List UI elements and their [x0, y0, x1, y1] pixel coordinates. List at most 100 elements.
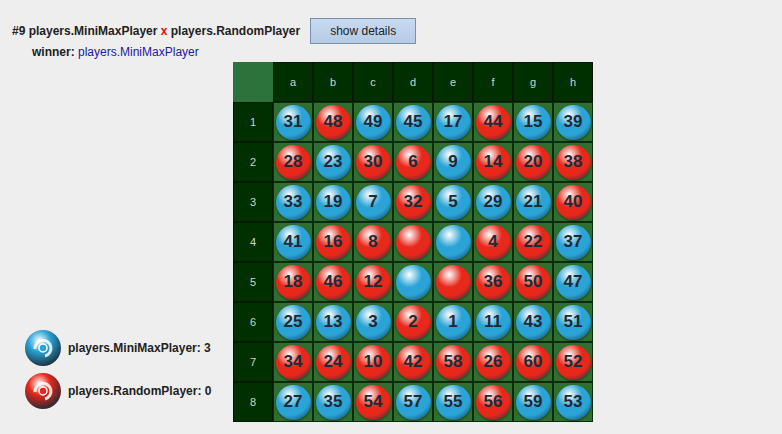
board-cell[interactable]: 58 [433, 342, 473, 382]
board-cell[interactable]: 56 [473, 382, 513, 422]
disc: 33 [276, 185, 311, 220]
board-cell[interactable]: 43 [513, 302, 553, 342]
board-cell[interactable]: 1 [433, 302, 473, 342]
board-cell[interactable]: 38 [553, 142, 593, 182]
board-cell[interactable]: 57 [393, 382, 433, 422]
disc: 9 [436, 145, 471, 180]
disc: 7 [356, 185, 391, 220]
board-cell[interactable]: 32 [393, 182, 433, 222]
board-cell[interactable]: 36 [473, 262, 513, 302]
board-cell[interactable]: 54 [353, 382, 393, 422]
disc: 10 [356, 345, 391, 380]
disc: 13 [316, 305, 351, 340]
board-cell[interactable]: 5 [433, 182, 473, 222]
board-cell[interactable]: 2 [393, 302, 433, 342]
board-cell[interactable]: 41 [273, 222, 313, 262]
disc: 42 [396, 345, 431, 380]
board-cell[interactable]: 16 [313, 222, 353, 262]
row-header: 2 [233, 142, 273, 182]
board-cell[interactable]: 51 [553, 302, 593, 342]
legend-item: players.RandomPlayer: 0 [24, 372, 233, 410]
board-cell[interactable]: 14 [473, 142, 513, 182]
disc: 58 [436, 345, 471, 380]
board-cell[interactable]: 19 [313, 182, 353, 222]
disc: 12 [356, 265, 391, 300]
disc: 52 [556, 345, 591, 380]
legend-item: players.MiniMaxPlayer: 3 [24, 329, 233, 367]
board-cell[interactable]: 27 [273, 382, 313, 422]
board-cell[interactable]: 35 [313, 382, 353, 422]
show-details-button[interactable]: show details [310, 18, 416, 44]
board-cell[interactable]: 45 [393, 102, 433, 142]
disc: 20 [516, 145, 551, 180]
board-cell[interactable]: 59 [513, 382, 553, 422]
disc: 2 [396, 305, 431, 340]
board-cell[interactable]: 21 [513, 182, 553, 222]
row-header: 3 [233, 182, 273, 222]
board-cell[interactable]: 33 [273, 182, 313, 222]
board-cell[interactable]: 42 [393, 342, 433, 382]
disc: 57 [396, 385, 431, 420]
board-cell[interactable]: 6 [393, 142, 433, 182]
disc: 54 [356, 385, 391, 420]
disc: 22 [516, 225, 551, 260]
board-cell[interactable]: 12 [353, 262, 393, 302]
disc [396, 265, 431, 300]
disc: 43 [516, 305, 551, 340]
disc: 34 [276, 345, 311, 380]
column-header: g [513, 62, 553, 102]
board-cell[interactable]: 18 [273, 262, 313, 302]
board-cell[interactable]: 48 [313, 102, 353, 142]
disc: 60 [516, 345, 551, 380]
board-cell[interactable]: 3 [353, 302, 393, 342]
disc: 55 [436, 385, 471, 420]
board-cell[interactable]: 28 [273, 142, 313, 182]
player-disc-icon [24, 329, 62, 367]
board-cell[interactable]: 24 [313, 342, 353, 382]
board-cell[interactable]: 11 [473, 302, 513, 342]
board-cell[interactable]: 40 [553, 182, 593, 222]
board-cell[interactable]: 22 [513, 222, 553, 262]
board-cell[interactable] [393, 262, 433, 302]
board-cell[interactable]: 31 [273, 102, 313, 142]
board-corner [233, 62, 273, 102]
disc: 18 [276, 265, 311, 300]
board-cell[interactable] [433, 222, 473, 262]
disc: 32 [396, 185, 431, 220]
board-cell[interactable]: 17 [433, 102, 473, 142]
board-cell[interactable]: 4 [473, 222, 513, 262]
board-cell[interactable]: 8 [353, 222, 393, 262]
disc: 46 [316, 265, 351, 300]
board-cell[interactable]: 60 [513, 342, 553, 382]
player-disc-icon [24, 372, 62, 410]
board-cell[interactable]: 9 [433, 142, 473, 182]
board-cell[interactable]: 23 [313, 142, 353, 182]
board-cell[interactable]: 50 [513, 262, 553, 302]
board-cell[interactable]: 13 [313, 302, 353, 342]
board-cell[interactable]: 55 [433, 382, 473, 422]
versus-mark: x [161, 24, 168, 38]
disc: 26 [476, 345, 511, 380]
column-header: f [473, 62, 513, 102]
board-cell[interactable]: 15 [513, 102, 553, 142]
disc: 37 [556, 225, 591, 260]
board-cell[interactable]: 10 [353, 342, 393, 382]
board-cell[interactable]: 7 [353, 182, 393, 222]
board-cell[interactable]: 30 [353, 142, 393, 182]
board-cell[interactable]: 20 [513, 142, 553, 182]
board-cell[interactable]: 49 [353, 102, 393, 142]
board-cell[interactable]: 26 [473, 342, 513, 382]
board-cell[interactable]: 25 [273, 302, 313, 342]
board-cell[interactable]: 53 [553, 382, 593, 422]
board-cell[interactable]: 29 [473, 182, 513, 222]
board-cell[interactable]: 37 [553, 222, 593, 262]
board-cell[interactable]: 47 [553, 262, 593, 302]
board-cell[interactable]: 44 [473, 102, 513, 142]
board-cell[interactable] [433, 262, 473, 302]
board-cell[interactable]: 52 [553, 342, 593, 382]
board-cell[interactable]: 39 [553, 102, 593, 142]
board-cell[interactable]: 34 [273, 342, 313, 382]
board-cell[interactable] [393, 222, 433, 262]
board-cell[interactable]: 46 [313, 262, 353, 302]
winner-name: players.MiniMaxPlayer [78, 45, 199, 59]
